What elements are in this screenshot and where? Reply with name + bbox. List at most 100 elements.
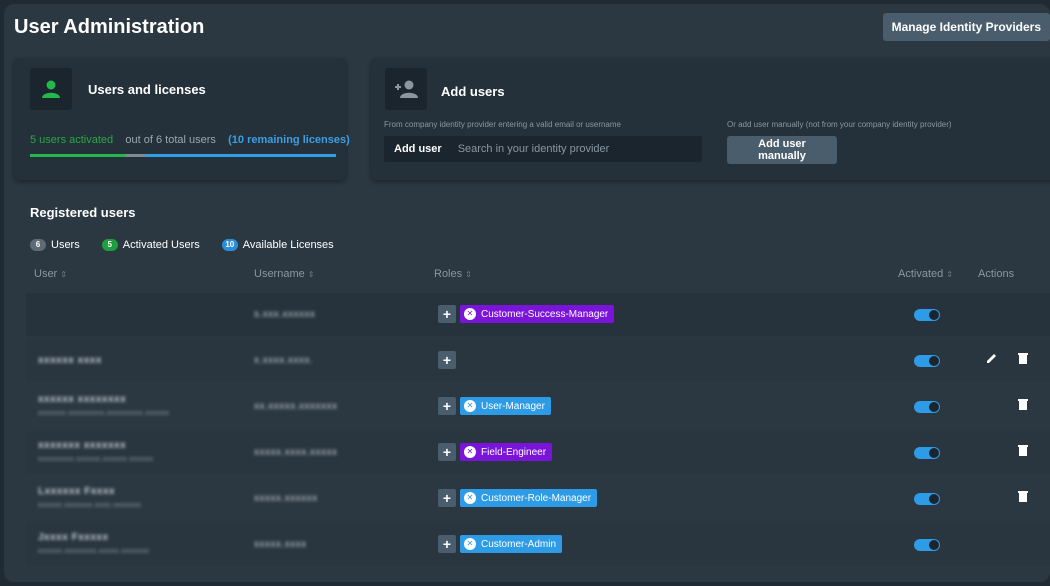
activated-users-text: 5 users activated: [30, 134, 114, 146]
remove-role-icon[interactable]: ✕: [464, 538, 476, 550]
activated-toggle[interactable]: [914, 309, 940, 321]
licenses-card: Users and licenses 5 users activated out…: [14, 58, 350, 180]
sort-icon: ⇕: [465, 270, 472, 279]
role-tag: ✕ Customer-Role-Manager: [460, 489, 598, 507]
add-users-card: Add users From company identity provider…: [371, 58, 1050, 180]
role-tag: ✕ Field-Engineer: [460, 443, 553, 461]
manual-hint: Or add user manually (not from your comp…: [727, 120, 952, 129]
row-user-email: xxxxxxxxx.xxxxxx.xxxxxx.xxxxxx: [38, 456, 154, 463]
row-user-email: xxxxxx.xxxxxxxx.xxxxx.xxxxxxx: [38, 548, 150, 555]
column-header-user[interactable]: User ⇕: [34, 268, 67, 280]
idp-search-field: Add user: [384, 136, 702, 162]
column-header-roles-label: Roles: [434, 268, 463, 280]
licenses-card-title: Users and licenses: [88, 82, 206, 97]
activated-toggle[interactable]: [914, 401, 940, 413]
activated-count-badge: 5: [101, 239, 118, 251]
user-stats: 6 Users 5 Activated Users 10 Available L…: [30, 239, 356, 251]
remove-role-icon[interactable]: ✕: [464, 446, 476, 458]
sort-icon: ⇕: [307, 270, 315, 279]
page-header: User Administration Manage Identity Prov…: [4, 4, 1050, 50]
column-header-user-label: User: [34, 268, 58, 280]
remove-role-icon[interactable]: ✕: [464, 400, 476, 412]
table-row: xxxxxx xxxx x.xxxx.xxxx. +: [26, 339, 1050, 382]
licenses-count-badge: 10: [221, 239, 238, 251]
idp-hint: From company identity provider entering …: [384, 120, 621, 129]
column-header-activated-label: Activated: [898, 268, 944, 280]
add-role-button[interactable]: +: [438, 351, 456, 369]
activated-toggle[interactable]: [914, 493, 940, 505]
role-label: Customer-Role-Manager: [481, 492, 592, 504]
page-title: User Administration: [14, 15, 205, 38]
users-stat-label: Users: [51, 239, 80, 251]
row-user-name: Lxxxxxx Fxxxx: [38, 486, 116, 497]
activated-toggle[interactable]: [914, 447, 940, 459]
table-row: Lxxxxxx Fxxxx xxxxxx.xxxxxxx.xxxx.xxxxxx…: [26, 477, 1050, 520]
add-role-button[interactable]: +: [438, 397, 456, 415]
add-role-button[interactable]: +: [438, 535, 456, 553]
remove-role-icon[interactable]: ✕: [464, 308, 476, 320]
activated-toggle[interactable]: [914, 355, 940, 367]
role-label: Field-Engineer: [481, 446, 547, 458]
trash-icon[interactable]: [1018, 352, 1028, 367]
trash-icon[interactable]: [1018, 490, 1028, 505]
edit-icon[interactable]: [986, 352, 998, 367]
activated-stat-label: Activated Users: [122, 239, 200, 251]
idp-search-input[interactable]: [455, 142, 690, 156]
row-user-name: xxxxxx xxxxxxxx: [38, 394, 127, 405]
sort-icon: ⇕: [60, 270, 67, 279]
sort-icon: ⇕: [946, 270, 953, 279]
row-user-name: xxxxxxx xxxxxxx: [38, 440, 127, 451]
stat-available-licenses: 10 Available Licenses: [221, 239, 334, 251]
column-header-actions: Actions: [978, 268, 1014, 280]
role-tag: ✕ Customer-Success-Manager: [460, 305, 615, 323]
table-row: s.xxx.xxxxxx + ✕ Customer-Success-Manage…: [26, 293, 1050, 336]
role-label: User-Manager: [481, 400, 545, 412]
row-user-name: Jxxxx Fxxxxx: [38, 532, 109, 543]
remove-role-icon[interactable]: ✕: [464, 492, 476, 504]
registered-users-title: Registered users: [30, 205, 136, 220]
manage-identity-providers-button[interactable]: Manage Identity Providers: [882, 13, 1050, 41]
trash-icon[interactable]: [1018, 444, 1028, 459]
users-count-badge: 6: [30, 239, 46, 251]
add-role-button[interactable]: +: [438, 489, 456, 507]
table-row: Jxxxx Fxxxxx xxxxxx.xxxxxxxx.xxxxx.xxxxx…: [26, 523, 1050, 566]
row-username: xxxxx.xxxx.xxxxx: [254, 447, 338, 458]
row-username: xx.xxxxx.xxxxxxx: [254, 401, 338, 412]
add-user-icon: [385, 68, 427, 110]
license-summary: 5 users activated out of 6 total users (…: [30, 134, 350, 146]
trash-icon[interactable]: [1018, 398, 1028, 413]
role-label: Customer-Success-Manager: [481, 308, 609, 320]
license-usage-bar: [30, 154, 336, 157]
column-header-actions-label: Actions: [978, 268, 1015, 280]
add-user-manually-button[interactable]: Add user manually: [727, 136, 837, 164]
role-label: Customer-Admin: [481, 538, 557, 550]
row-username: xxxxx.xxxx: [254, 539, 307, 550]
add-user-label: Add user: [394, 143, 442, 155]
remaining-licenses-text: (10 remaining licenses): [228, 134, 350, 146]
role-tag: ✕ User-Manager: [460, 397, 551, 415]
row-username: xxxxx.xxxxxx: [254, 493, 318, 504]
licenses-stat-label: Available Licenses: [242, 239, 334, 251]
stat-activated-users: 5 Activated Users: [101, 239, 200, 251]
user-icon: [30, 68, 72, 110]
stat-users: 6 Users: [30, 239, 80, 251]
column-header-username[interactable]: Username ⇕: [254, 268, 314, 280]
add-users-card-title: Add users: [441, 84, 505, 99]
table-row: xxxxxxx xxxxxxx xxxxxxxxx.xxxxxx.xxxxxx.…: [26, 431, 1050, 474]
add-role-button[interactable]: +: [438, 305, 456, 323]
activated-toggle[interactable]: [914, 539, 940, 551]
row-user-name: xxxxxx xxxx: [38, 355, 102, 366]
column-header-activated[interactable]: Activated ⇕: [898, 268, 953, 280]
row-user-email: xxxxxx.xxxxxxx.xxxx.xxxxxxx: [38, 502, 142, 509]
total-users-text: out of 6 total users: [125, 134, 216, 146]
column-header-roles[interactable]: Roles ⇕: [434, 268, 472, 280]
row-username: s.xxx.xxxxxx: [254, 309, 316, 320]
column-header-username-label: Username: [254, 268, 305, 280]
app-window: User Administration Manage Identity Prov…: [4, 4, 1050, 582]
license-bar-inactive: [125, 154, 145, 157]
license-bar-activated: [30, 154, 126, 157]
add-role-button[interactable]: +: [438, 443, 456, 461]
table-row: xxxxxx xxxxxxxx xxxxxxx.xxxxxxxxx.xxxxxx…: [26, 385, 1050, 428]
row-username: x.xxxx.xxxx.: [254, 355, 314, 366]
role-tag: ✕ Customer-Admin: [460, 535, 563, 553]
